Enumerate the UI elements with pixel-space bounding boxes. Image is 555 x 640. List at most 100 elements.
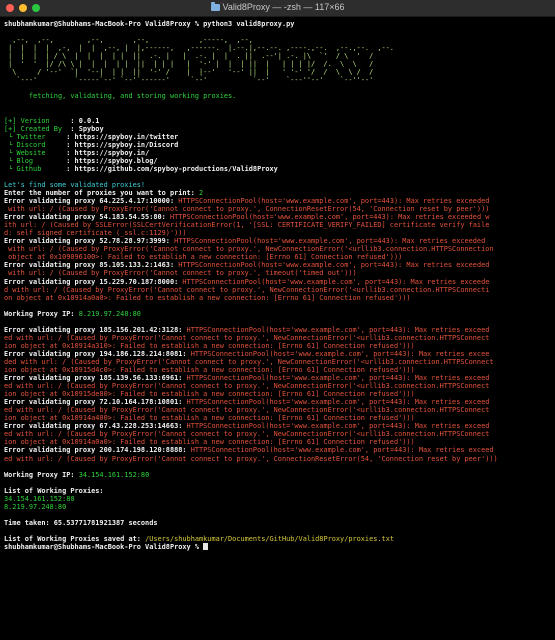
info-label: └ Twitter bbox=[4, 132, 67, 141]
info-separator: : bbox=[66, 156, 75, 165]
error-line: with url: / (Caused by ProxyError('Canno… bbox=[4, 205, 551, 213]
info-label: [+] Version bbox=[4, 116, 71, 125]
error-head: Error validating proxy 67.43.228.253:146… bbox=[4, 422, 187, 431]
error-head: Error validating proxy 52.78.28.97:3999: bbox=[4, 237, 175, 246]
error-line: object at 0x109096100>: Failed to establ… bbox=[4, 253, 551, 261]
error-head: Error validating proxy 185.156.201.42:31… bbox=[4, 325, 187, 334]
error-line: d: self signed certificate (_ssl.c:1129)… bbox=[4, 229, 551, 237]
working-proxy-line-1: Working Proxy IP: 8.219.97.248:80 bbox=[4, 310, 551, 318]
saved-label: List of Working Proxies saved at: bbox=[4, 535, 146, 543]
error-line: ion object at 0x10914a400>: Failed to es… bbox=[4, 414, 551, 422]
error-body: HTTPSConnectionPool(host='www.example.co… bbox=[182, 277, 490, 286]
terminal-output[interactable]: shubhamkumar@Shubhams-MacBook-Pro Valid8… bbox=[4, 20, 551, 640]
error-line: ed with url: / (Caused by ProxyError('Ca… bbox=[4, 334, 551, 342]
error-body: on object at 0x10914a0a0>: Failed to est… bbox=[4, 293, 411, 302]
info-row: [+] Version : 0.0.1 bbox=[4, 117, 551, 125]
window-title-wrap: Valid8Proxy — -zsh — 117×66 bbox=[0, 2, 555, 12]
info-separator: : bbox=[70, 124, 79, 133]
banner-line: | ' ' |/ /\ \ | | | | | || | | | | '-' |… bbox=[4, 60, 374, 69]
error-group-1: Error validating proxy 64.225.4.17:10000… bbox=[4, 197, 551, 302]
info-label: [+] Created By bbox=[4, 124, 71, 133]
error-line: Error validating proxy 85.105.133.2:1463… bbox=[4, 261, 551, 269]
error-head: Error validating proxy 15.229.70.187:800… bbox=[4, 277, 183, 286]
info-value: https://spyboy.blog/ bbox=[74, 156, 158, 165]
info-row: └ Blog : https://spyboy.blog/ bbox=[4, 157, 551, 165]
info-row: └ Website : https://spyboy.in/ bbox=[4, 149, 551, 157]
working-proxy-line-2: Working Proxy IP: 34.154.161.152:80 bbox=[4, 471, 551, 479]
ask-value: 2 bbox=[198, 188, 204, 197]
banner-line: \ / '--' `| '--| | | || '-' / | |--' '--… bbox=[4, 68, 374, 77]
error-head: Error validating proxy 64.225.4.17:10000… bbox=[4, 197, 179, 206]
info-value: https://spyboy.in/Discord bbox=[74, 140, 179, 149]
error-body: d: self signed certificate (_ssl.c:1129)… bbox=[4, 229, 187, 238]
error-head: Error validating proxy 72.10.164.178:108… bbox=[4, 398, 187, 407]
error-body: ed with url: / (Caused by ProxyError('Ca… bbox=[4, 333, 490, 342]
error-body: HTTPSConnectionPool(host='www.example.co… bbox=[190, 349, 490, 358]
info-label: └ Github bbox=[4, 164, 67, 173]
error-body: HTTPSConnectionPool(host='www.example.co… bbox=[190, 446, 494, 455]
error-line: Error validating proxy 52.78.28.97:3999:… bbox=[4, 237, 551, 245]
error-line: ed with url: / (Caused by ProxyError('Ca… bbox=[4, 406, 551, 414]
error-line: Error validating proxy 54.183.54.55:80: … bbox=[4, 213, 551, 221]
error-line: d with url: / (Caused by ProxyError('Can… bbox=[4, 286, 551, 294]
error-body: HTTPSConnectionPool(host='www.example.co… bbox=[186, 422, 490, 431]
error-body: ion object at 0x10914a310>: Failed to es… bbox=[4, 341, 415, 350]
error-head: Error validating proxy 85.105.133.2:1463… bbox=[4, 261, 179, 270]
banner-line: | | | | / \ | | | | | || .-. | | .-. | |… bbox=[4, 52, 374, 61]
proxy-list-item: 8.219.97.248:80 bbox=[4, 502, 67, 511]
error-body: ion object at 0x10915de80>: Failed to es… bbox=[4, 390, 415, 399]
error-line: Error validating proxy 185.139.56.133:69… bbox=[4, 374, 551, 382]
info-row: └ Twitter : https://spyboy.in/twitter bbox=[4, 133, 551, 141]
error-line: Error validating proxy 15.229.70.187:800… bbox=[4, 278, 551, 286]
proxy-list: 34.154.161.152:80 8.219.97.248:80 bbox=[4, 495, 551, 511]
error-body: ed with url: / (Caused by ProxyError('Ca… bbox=[4, 382, 490, 391]
error-body: ion object at 0x10915d4c0>: Failed to es… bbox=[4, 366, 415, 375]
error-body: d with url: / (Caused by ProxyError('Can… bbox=[4, 285, 490, 294]
info-value: Spyboy bbox=[78, 124, 104, 133]
tagline: fetching, validating, and storing workin… bbox=[4, 92, 551, 100]
final-prompt-line[interactable]: shubhamkumar@Shubhams-MacBook-Pro Valid8… bbox=[4, 543, 551, 551]
error-line: ed with url: / (Caused by ProxyError('Ca… bbox=[4, 455, 551, 463]
error-body: HTTPSConnectionPool(host='www.example.co… bbox=[186, 374, 490, 383]
working-value: 34.154.161.152:80 bbox=[78, 470, 150, 479]
info-separator: : bbox=[66, 164, 75, 173]
error-line: Error validating proxy 64.225.4.17:10000… bbox=[4, 197, 551, 205]
info-label: └ Website bbox=[4, 148, 67, 157]
saved-path: /Users/shubhamkumar/Documents/GitHub/Val… bbox=[145, 535, 394, 543]
error-head: Error validating proxy 54.183.54.55:80: bbox=[4, 213, 170, 222]
error-body: with url: / (Caused by ProxyError('Canno… bbox=[4, 245, 494, 254]
info-value: https://spyboy.in/ bbox=[74, 148, 150, 157]
error-head: Error validating proxy 194.186.128.214:8… bbox=[4, 349, 191, 358]
info-value: 0.0.1 bbox=[78, 116, 100, 125]
error-line: ed with url: / (Caused by ProxyError('Ca… bbox=[4, 382, 551, 390]
info-label: └ Blog bbox=[4, 156, 67, 165]
info-value: https://github.com/spyboy-productions/Va… bbox=[74, 164, 278, 173]
banner-line: `---' `-----`--' `--'`------' `--' `--' … bbox=[4, 76, 374, 85]
list-title: List of Working Proxies: bbox=[4, 486, 104, 495]
info-separator: : bbox=[66, 140, 75, 149]
info-row: └ Discord : https://spyboy.in/Discord bbox=[4, 141, 551, 149]
saved-line: List of Working Proxies saved at: /Users… bbox=[4, 535, 551, 543]
title-bar: Valid8Proxy — -zsh — 117×66 bbox=[0, 0, 555, 17]
error-body: ion object at 0x10914a400>: Failed to es… bbox=[4, 414, 415, 423]
error-line: Error validating proxy 200.174.198.120:8… bbox=[4, 446, 551, 454]
proxy-list-item: 34.154.161.152:80 bbox=[4, 494, 75, 503]
error-line: ith url: / (Caused by SSLError(SSLCertVe… bbox=[4, 221, 551, 229]
error-line: on object at 0x10914a0a0>: Failed to est… bbox=[4, 294, 551, 302]
ask-line: Enter the number of proxies you want to … bbox=[4, 189, 551, 197]
error-line: ed with url: / (Caused by ProxyError('Ca… bbox=[4, 430, 551, 438]
info-separator: : bbox=[66, 132, 75, 141]
error-line: Error validating proxy 67.43.228.253:146… bbox=[4, 422, 551, 430]
error-body: HTTPSConnectionPool(host='www.example.co… bbox=[186, 325, 490, 334]
info-block: [+] Version : 0.0.1 [+] Created By : Spyb… bbox=[4, 117, 551, 173]
info-label: └ Discord bbox=[4, 140, 67, 149]
tagline-text: fetching, validating, and storing workin… bbox=[28, 92, 237, 101]
